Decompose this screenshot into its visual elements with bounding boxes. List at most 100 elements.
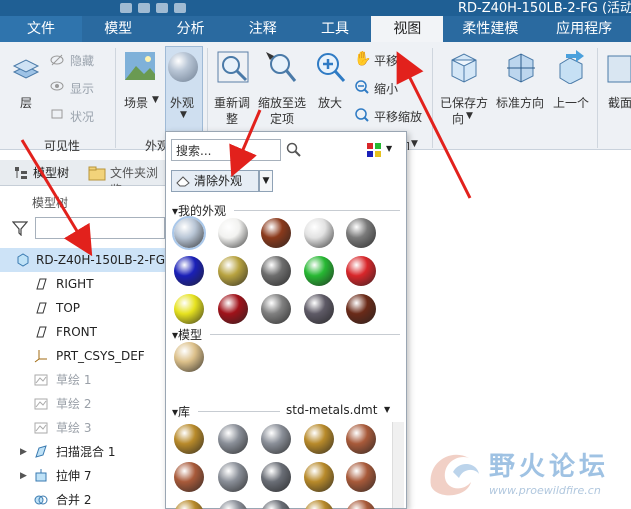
library-appearance-swatch[interactable] bbox=[174, 424, 204, 454]
scene-icon[interactable] bbox=[124, 50, 156, 82]
tab-analysis[interactable]: 分析 bbox=[154, 16, 226, 42]
appearance-swatch[interactable] bbox=[218, 256, 248, 286]
gallery-scrollbar[interactable] bbox=[392, 422, 404, 508]
zoom-to-selected-label-2[interactable]: 定项 bbox=[270, 110, 294, 127]
refit-icon[interactable] bbox=[216, 50, 250, 84]
appearance-swatch[interactable] bbox=[172, 216, 206, 250]
appearance-swatch[interactable] bbox=[346, 256, 376, 286]
tree-item-part[interactable]: RD-Z40H-150LB-2-FG. bbox=[0, 248, 169, 272]
appearance-swatch[interactable] bbox=[346, 294, 376, 324]
redo-icon[interactable] bbox=[156, 3, 168, 13]
library-appearance-swatch[interactable] bbox=[304, 500, 334, 509]
zoom-to-selected-label-1[interactable]: 缩放至选 bbox=[258, 94, 306, 111]
tab-file[interactable]: 文件 bbox=[0, 16, 83, 42]
appearance-swatch[interactable] bbox=[304, 256, 334, 286]
saved-orientations-label-1[interactable]: 已保存方 bbox=[440, 94, 488, 111]
clear-appearance-dropdown[interactable]: ▼ bbox=[259, 170, 273, 192]
appearance-swatch[interactable] bbox=[261, 256, 291, 286]
zoom-in-icon[interactable] bbox=[313, 50, 347, 84]
tree-item-sweep-blend[interactable]: ▶ 扫描混合 1 bbox=[0, 440, 165, 464]
tab-annotate[interactable]: 注释 bbox=[227, 16, 299, 42]
tree-item-sketch-2[interactable]: 草绘 2 bbox=[0, 392, 165, 416]
appearance-swatch[interactable] bbox=[218, 218, 248, 248]
save-icon[interactable] bbox=[120, 3, 132, 13]
view-options-icon[interactable] bbox=[366, 142, 382, 158]
tree-item-sketch-3[interactable]: 草绘 3 bbox=[0, 416, 165, 440]
layers-label[interactable]: 层 bbox=[20, 94, 32, 111]
section-icon[interactable] bbox=[604, 50, 631, 84]
tab-tools[interactable]: 工具 bbox=[299, 16, 371, 42]
scene-label[interactable]: 场景 bbox=[124, 94, 148, 111]
library-appearance-swatch[interactable] bbox=[304, 424, 334, 454]
pan-hand-icon[interactable]: ✋ bbox=[354, 51, 371, 67]
library-appearance-swatch[interactable] bbox=[346, 462, 376, 492]
library-appearance-swatch[interactable] bbox=[174, 500, 204, 509]
tab-model[interactable]: 模型 bbox=[82, 16, 154, 42]
library-file-select[interactable]: std-metals.dmt bbox=[286, 403, 377, 417]
tree-item-front[interactable]: FRONT bbox=[0, 320, 165, 344]
library-appearance-swatch[interactable] bbox=[218, 462, 248, 492]
filter-icon[interactable] bbox=[12, 220, 28, 236]
tree-filter-input[interactable] bbox=[35, 217, 165, 239]
quick-access-toolbar[interactable] bbox=[120, 0, 186, 16]
refit-label-2[interactable]: 整 bbox=[226, 110, 238, 127]
zoom-out-label[interactable]: 缩小 bbox=[374, 80, 398, 97]
model-section[interactable]: ▾模型 bbox=[172, 326, 202, 343]
library-appearance-swatch[interactable] bbox=[261, 500, 291, 509]
model-tree-icon[interactable] bbox=[14, 166, 28, 180]
refit-label-1[interactable]: 重新调 bbox=[214, 94, 250, 111]
library-appearance-swatch[interactable] bbox=[346, 424, 376, 454]
zoom-in-label[interactable]: 放大 bbox=[318, 94, 342, 111]
library-appearance-swatch[interactable] bbox=[218, 424, 248, 454]
zoom-to-selected-icon[interactable] bbox=[264, 50, 298, 84]
show-label[interactable]: 显示 bbox=[70, 80, 94, 97]
appearance-swatch[interactable] bbox=[304, 218, 334, 248]
chevron-down-icon[interactable]: ▼ bbox=[152, 95, 159, 105]
close-window-icon[interactable] bbox=[174, 3, 186, 13]
expand-arrow-icon[interactable]: ▶ bbox=[20, 440, 27, 464]
library-appearance-swatch[interactable] bbox=[261, 424, 291, 454]
appearance-swatch[interactable] bbox=[261, 218, 291, 248]
my-appearances-section[interactable]: ▾我的外观 bbox=[172, 202, 226, 219]
tab-model-tree[interactable]: 模型树 bbox=[33, 164, 69, 181]
library-section[interactable]: ▾库 bbox=[172, 403, 190, 420]
status-label[interactable]: 状况 bbox=[70, 108, 94, 125]
previous-label[interactable]: 上一个 bbox=[553, 94, 589, 111]
appearance-swatch[interactable] bbox=[261, 294, 291, 324]
appearance-swatch[interactable] bbox=[346, 218, 376, 248]
chevron-down-icon[interactable]: ▼ bbox=[411, 139, 418, 149]
appearance-swatch[interactable] bbox=[218, 294, 248, 324]
hide-label[interactable]: 隐藏 bbox=[70, 52, 94, 69]
appearance-swatch[interactable] bbox=[304, 294, 334, 324]
standard-orientation-label[interactable]: 标准方向 bbox=[496, 94, 544, 111]
appearance-swatch[interactable] bbox=[174, 256, 204, 286]
pan-zoom-icon[interactable] bbox=[355, 108, 369, 122]
tree-item-top[interactable]: TOP bbox=[0, 296, 165, 320]
chevron-down-icon[interactable]: ▼ bbox=[386, 144, 392, 153]
pan-zoom-label[interactable]: 平移缩放 bbox=[374, 108, 422, 125]
library-appearance-swatch[interactable] bbox=[174, 462, 204, 492]
tab-flexible-modeling[interactable]: 柔性建模 bbox=[443, 16, 537, 42]
zoom-out-icon[interactable] bbox=[355, 80, 369, 94]
chevron-down-icon[interactable]: ▼ bbox=[466, 111, 473, 121]
tree-item-right[interactable]: RIGHT bbox=[0, 272, 165, 296]
library-appearance-swatch[interactable] bbox=[261, 462, 291, 492]
folder-icon[interactable] bbox=[88, 165, 106, 181]
library-appearance-swatch[interactable] bbox=[304, 462, 334, 492]
appearance-swatch[interactable] bbox=[174, 294, 204, 324]
layers-icon[interactable] bbox=[10, 54, 42, 86]
tab-applications[interactable]: 应用程序 bbox=[537, 16, 631, 42]
saved-orientations-icon[interactable] bbox=[446, 50, 480, 84]
search-icon[interactable] bbox=[286, 142, 302, 158]
expand-arrow-icon[interactable]: ▶ bbox=[20, 464, 27, 488]
saved-orientations-label-2[interactable]: 向 bbox=[452, 110, 464, 127]
tree-item-csys[interactable]: PRT_CSYS_DEF bbox=[0, 344, 165, 368]
undo-icon[interactable] bbox=[138, 3, 150, 13]
appearance-search-input[interactable]: 搜索... bbox=[171, 139, 281, 161]
standard-orientation-icon[interactable] bbox=[503, 50, 537, 84]
tab-view[interactable]: 视图 bbox=[371, 16, 444, 42]
pan-label[interactable]: 平移 bbox=[374, 52, 398, 69]
library-appearance-swatch[interactable] bbox=[218, 500, 248, 509]
tree-item-extrude[interactable]: ▶ 拉伸 7 bbox=[0, 464, 165, 488]
previous-view-icon[interactable] bbox=[556, 50, 586, 84]
